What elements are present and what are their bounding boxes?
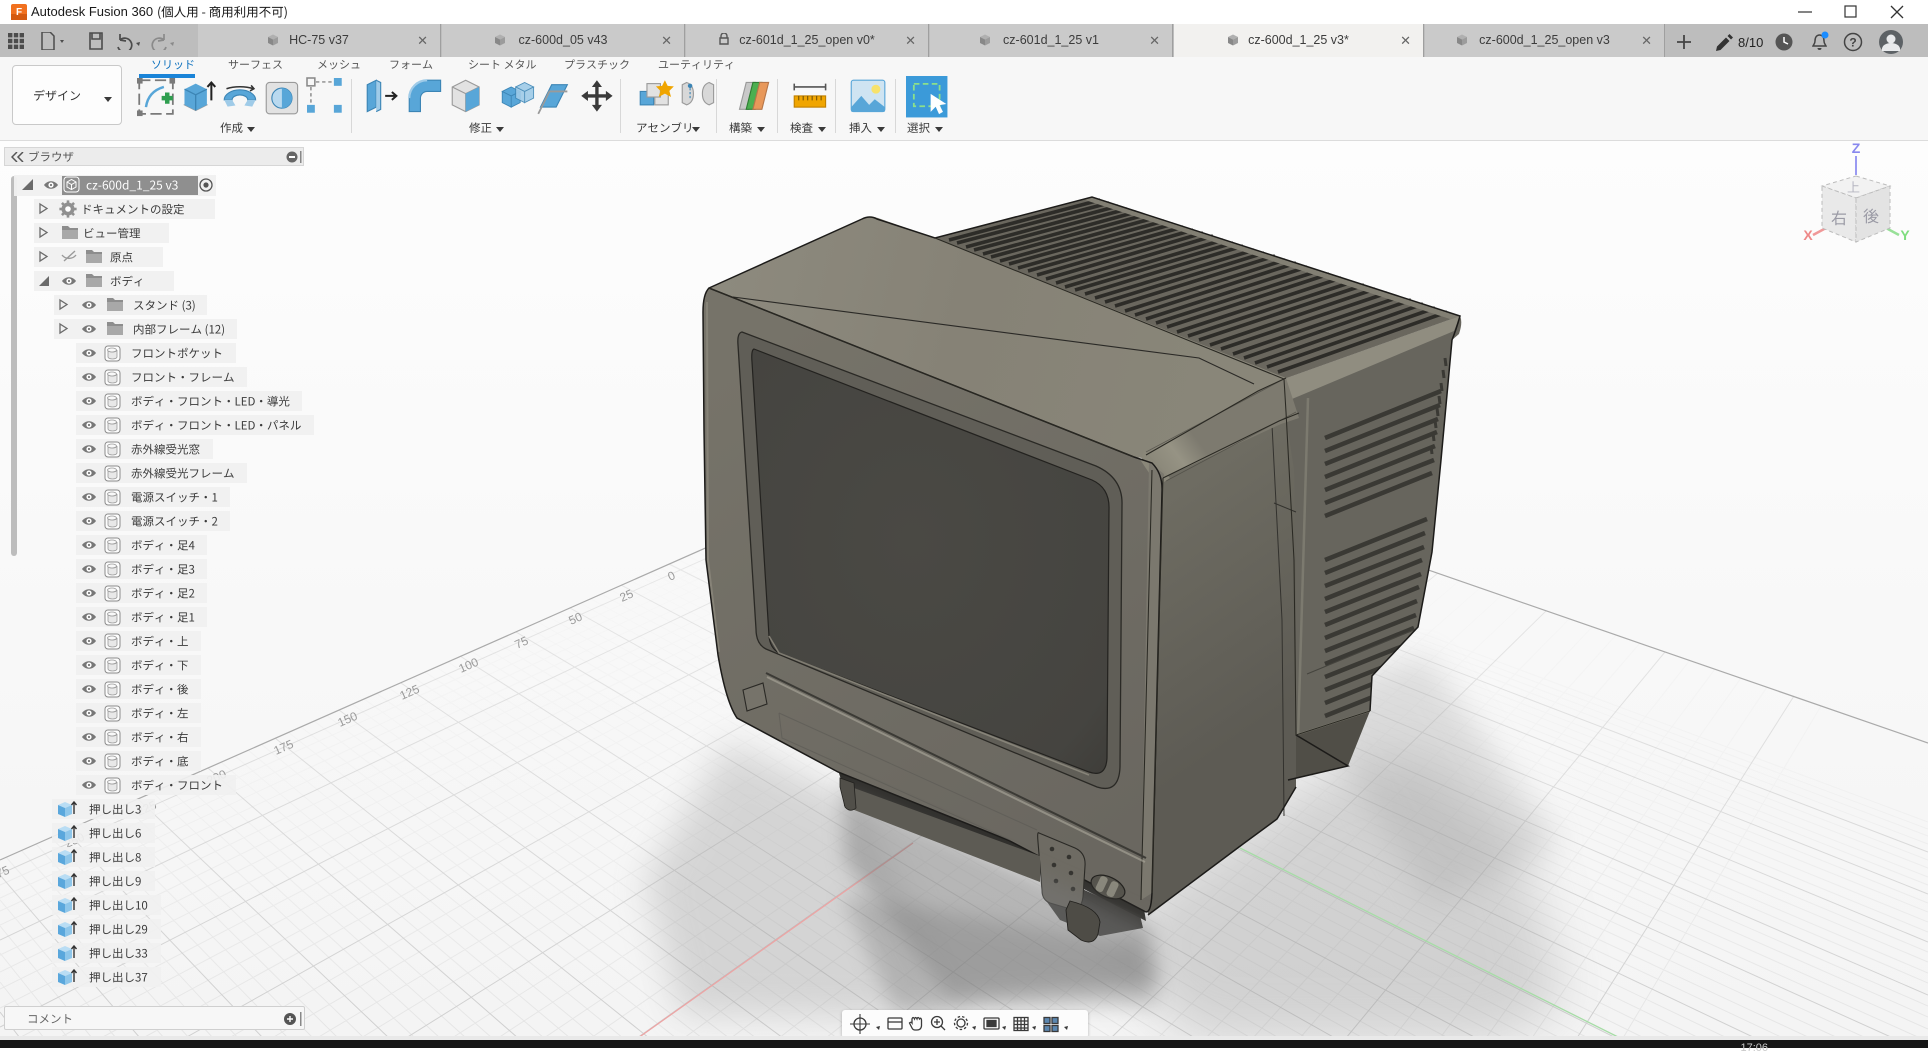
svg-text:F: F xyxy=(16,7,22,18)
svg-text:8/10: 8/10 xyxy=(1738,35,1763,50)
svg-text:?: ? xyxy=(1849,36,1856,50)
